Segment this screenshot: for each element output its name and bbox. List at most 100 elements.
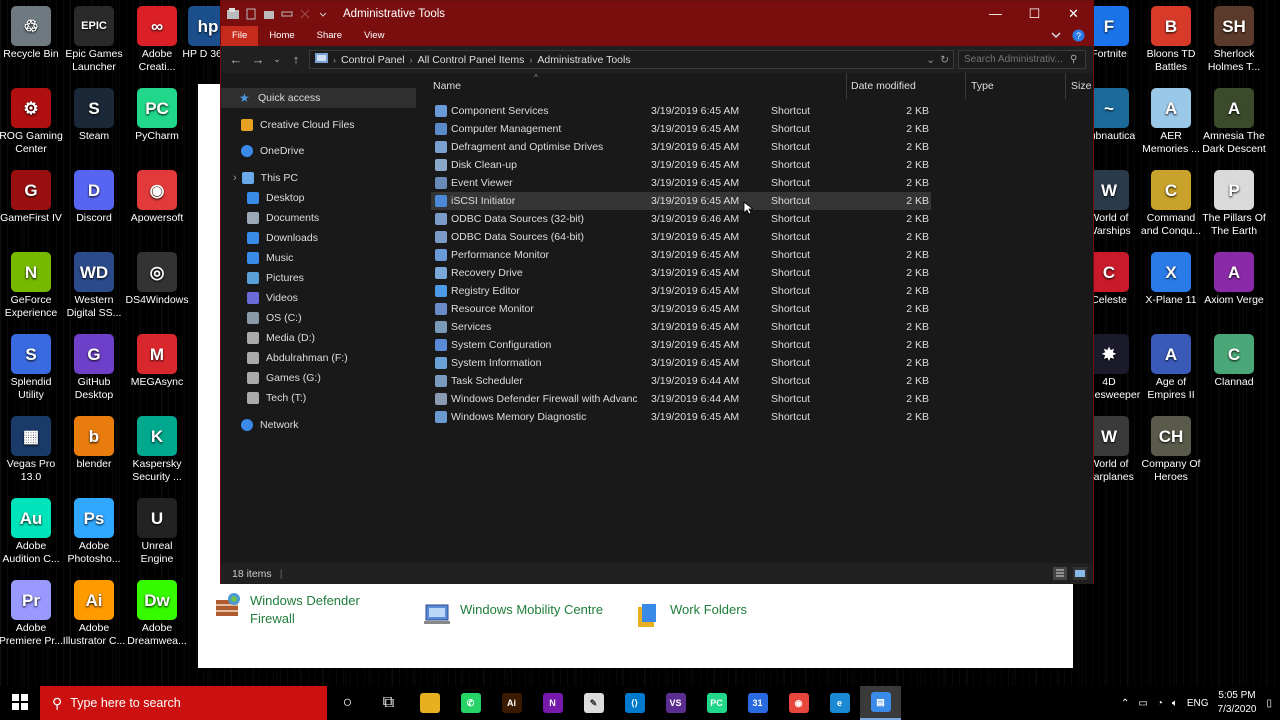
- chevron-right-icon[interactable]: ›: [233, 172, 237, 184]
- desktop-shortcut[interactable]: ♲ Recycle Bin: [0, 6, 64, 61]
- desktop-shortcut[interactable]: SH Sherlock Holmes T...: [1201, 6, 1267, 74]
- taskbar-app[interactable]: ○: [327, 686, 368, 720]
- desktop-shortcut[interactable]: U Unreal Engine: [124, 498, 190, 566]
- file-row[interactable]: Windows Memory Diagnostic 3/19/2019 6:45 …: [431, 408, 931, 426]
- desktop-shortcut[interactable]: M MEGAsync: [124, 334, 190, 389]
- column-date-modified[interactable]: Date modified: [851, 73, 916, 99]
- up-arrow-icon[interactable]: ↑: [285, 52, 307, 67]
- column-divider[interactable]: [1065, 73, 1066, 99]
- desktop-shortcut[interactable]: G GitHub Desktop: [61, 334, 127, 402]
- app-icon[interactable]: [227, 7, 239, 20]
- back-arrow-icon[interactable]: ←: [225, 52, 247, 67]
- cp-item-windows-defender-firewall[interactable]: Windows Defender Firewall: [214, 592, 384, 628]
- refresh-icon[interactable]: ↻: [940, 54, 949, 66]
- desktop-shortcut[interactable]: C Clannad: [1201, 334, 1267, 389]
- help-icon[interactable]: ?: [1072, 29, 1085, 45]
- desktop-shortcut[interactable]: G GameFirst IV: [0, 170, 64, 225]
- desktop-shortcut[interactable]: b blender: [61, 416, 127, 471]
- close-button[interactable]: ✕: [1054, 1, 1093, 26]
- rename-icon[interactable]: [281, 8, 293, 20]
- file-row[interactable]: Windows Defender Firewall with Advanc...…: [431, 390, 931, 408]
- taskbar-app[interactable]: N: [532, 686, 573, 720]
- nav-item-downloads[interactable]: Downloads: [221, 228, 318, 248]
- tab-view[interactable]: View: [353, 26, 395, 46]
- cp-item-windows-mobility-centre[interactable]: Windows Mobility Centre: [424, 601, 603, 629]
- nav-item-videos[interactable]: Videos: [221, 288, 298, 308]
- volume-icon[interactable]: 🔈︎: [1172, 698, 1178, 709]
- nav-item-media-d[interactable]: Media (D:): [221, 328, 315, 348]
- taskbar-app[interactable]: [409, 686, 450, 720]
- nav-item-music[interactable]: Music: [221, 248, 293, 268]
- nav-item-this-pc[interactable]: › This PC: [221, 168, 298, 188]
- file-row[interactable]: System Configuration 3/19/2019 6:45 AM Sho…: [431, 336, 931, 354]
- chevron-down-icon[interactable]: [317, 8, 329, 20]
- column-divider[interactable]: [846, 73, 847, 99]
- file-row[interactable]: ODBC Data Sources (64-bit) 3/19/2019 6:45…: [431, 228, 931, 246]
- desktop-shortcut[interactable]: AAge of Empires II H...: [1138, 334, 1204, 403]
- forward-arrow-icon[interactable]: →: [247, 52, 269, 67]
- column-divider[interactable]: [965, 73, 966, 99]
- properties-icon[interactable]: [245, 8, 257, 20]
- start-button[interactable]: [0, 686, 40, 720]
- nav-item-abdulrahman-f[interactable]: Abdulrahman (F:): [221, 348, 348, 368]
- desktop-shortcut[interactable]: B Bloons TD Battles: [1138, 6, 1204, 74]
- file-row[interactable]: Services 3/19/2019 6:45 AM Shortcut 2 KB: [431, 318, 931, 336]
- language-indicator[interactable]: ENG: [1187, 698, 1209, 709]
- search-icon[interactable]: ⚲: [1070, 54, 1077, 65]
- file-row[interactable]: Defragment and Optimise Drives 3/19/2019 …: [431, 138, 931, 156]
- minimize-button[interactable]: —: [976, 1, 1015, 26]
- desktop-shortcut[interactable]: S Steam: [61, 88, 127, 143]
- file-row[interactable]: Computer Management 3/19/2019 6:45 AM Shor…: [431, 120, 931, 138]
- desktop-shortcut[interactable]: A Amnesia The Dark Descent: [1201, 88, 1267, 156]
- network-icon[interactable]: ◔: [1157, 698, 1163, 709]
- desktop-shortcut[interactable]: ▦ Vegas Pro 13.0: [0, 416, 64, 484]
- title-bar[interactable]: Administrative Tools — ☐ ✕: [221, 1, 1093, 26]
- breadcrumb-administrative-tools[interactable]: Administrative Tools: [537, 54, 630, 66]
- nav-item-quick-access[interactable]: ★ Quick access: [221, 88, 416, 108]
- large-icons-view-icon[interactable]: [1073, 567, 1087, 580]
- file-row[interactable]: System Information 3/19/2019 6:45 AM Short…: [431, 354, 931, 372]
- file-row[interactable]: Recovery Drive 3/19/2019 6:45 AM Shortcut 2…: [431, 264, 931, 282]
- desktop-shortcut[interactable]: C Command and Conqu...: [1138, 170, 1204, 238]
- nav-item-network[interactable]: Network: [221, 415, 299, 435]
- nav-item-pictures[interactable]: Pictures: [221, 268, 304, 288]
- tab-file[interactable]: File: [221, 26, 259, 46]
- taskbar-app[interactable]: ✆: [450, 686, 491, 720]
- desktop-shortcut[interactable]: CH Company Of Heroes: [1138, 416, 1204, 484]
- file-row[interactable]: ODBC Data Sources (32-bit) 3/19/2019 6:46…: [431, 210, 931, 228]
- nav-item-documents[interactable]: Documents: [221, 208, 319, 228]
- desktop-shortcut[interactable]: N GeForce Experience: [0, 252, 64, 320]
- column-name[interactable]: Name: [433, 73, 461, 99]
- desktop-shortcut[interactable]: D Discord: [61, 170, 127, 225]
- new-folder-icon[interactable]: [263, 8, 275, 20]
- recent-locations-icon[interactable]: ⌄: [269, 54, 285, 65]
- desktop-shortcut[interactable]: Ai Adobe Illustrator C...: [61, 580, 127, 648]
- file-row[interactable]: Resource Monitor 3/19/2019 6:45 AM Shortcu…: [431, 300, 931, 318]
- nav-item-tech-t[interactable]: Tech (T:): [221, 388, 306, 408]
- column-size[interactable]: Size: [1071, 73, 1091, 99]
- file-row[interactable]: Component Services 3/19/2019 6:45 AM Short…: [431, 102, 931, 120]
- taskbar-app[interactable]: e: [819, 686, 860, 720]
- clock[interactable]: 5:05 PM 7/3/2020: [1218, 689, 1257, 717]
- desktop-shortcut[interactable]: S Splendid Utility: [0, 334, 64, 402]
- file-row[interactable]: Disk Clean-up 3/19/2019 6:45 AM Shortcut 2 …: [431, 156, 931, 174]
- taskbar-app[interactable]: ⟨⟩: [614, 686, 655, 720]
- taskbar-app[interactable]: ✎: [573, 686, 614, 720]
- desktop-shortcut[interactable]: Dw Adobe Dreamwea...: [124, 580, 190, 648]
- notifications-icon[interactable]: ▯: [1266, 698, 1272, 709]
- nav-item-games-g[interactable]: Games (G:): [221, 368, 321, 388]
- nav-item-desktop[interactable]: Desktop: [221, 188, 305, 208]
- file-row[interactable]: Performance Monitor 3/19/2019 6:45 AM Shor…: [431, 246, 931, 264]
- desktop-shortcut[interactable]: K Kaspersky Security ...: [124, 416, 190, 484]
- desktop-shortcut[interactable]: EPIC Epic Games Launcher: [61, 6, 127, 74]
- desktop-shortcut[interactable]: ◎ DS4Windows: [124, 252, 190, 307]
- desktop-shortcut[interactable]: ◉ Apowersoft: [124, 170, 190, 225]
- tab-share[interactable]: Share: [306, 26, 353, 46]
- tab-home[interactable]: Home: [258, 26, 305, 46]
- file-row[interactable]: Task Scheduler 3/19/2019 6:44 AM Shortcut 2…: [431, 372, 931, 390]
- desktop-shortcut[interactable]: A Axiom Verge: [1201, 252, 1267, 307]
- details-view-icon[interactable]: [1053, 567, 1067, 580]
- desktop-shortcut[interactable]: P The Pillars Of The Earth: [1201, 170, 1267, 238]
- nav-item-creative-cloud-files[interactable]: Creative Cloud Files: [221, 115, 355, 135]
- chevron-up-icon[interactable]: ⌃: [1121, 698, 1129, 709]
